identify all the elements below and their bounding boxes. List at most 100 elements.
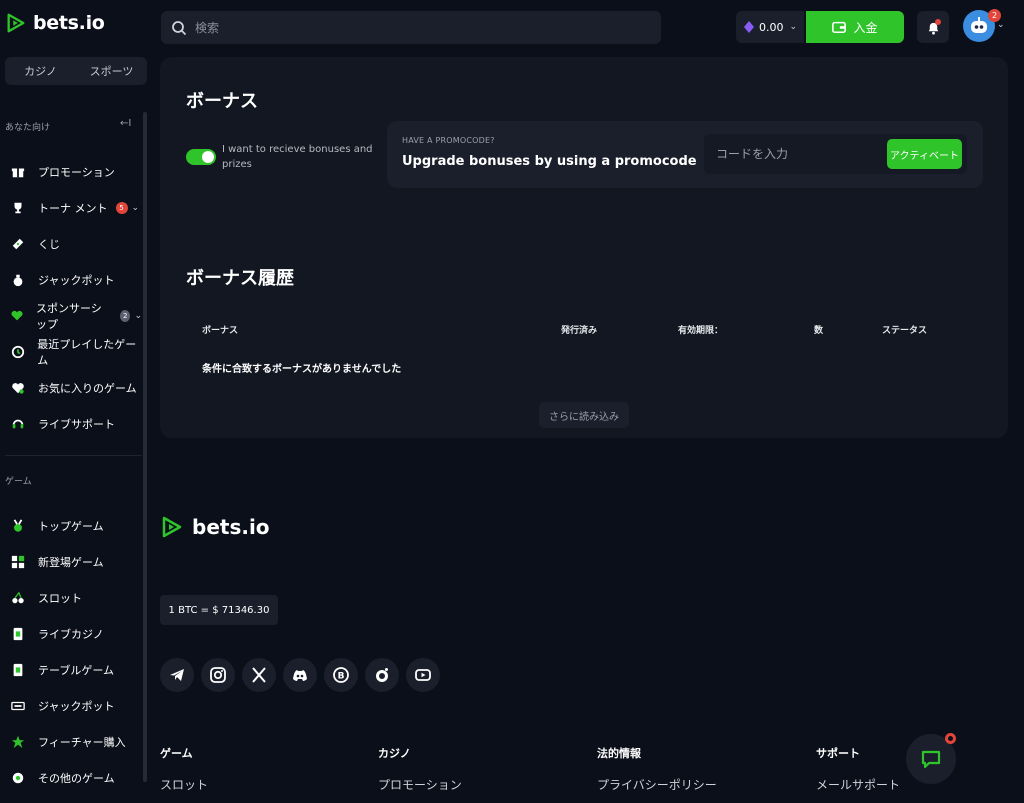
bonus-history-title: ボーナス履歴 xyxy=(186,268,294,289)
heart-hand-icon xyxy=(10,308,24,324)
sidebar-item-label: ジャックポット xyxy=(38,700,115,713)
notification-dot xyxy=(935,19,941,25)
section-games: ゲーム xyxy=(5,477,32,487)
tournaments-count-badge: 5 xyxy=(115,202,128,214)
promocode-box: HAVE A PROMOCODE? Upgrade bonuses by usi… xyxy=(387,121,983,188)
footer-heading-support: サポート xyxy=(816,747,860,760)
activate-button[interactable]: アクティベート xyxy=(887,139,962,169)
youtube-icon xyxy=(415,669,431,681)
telegram-link[interactable] xyxy=(160,658,194,692)
footer-link-slots[interactable]: スロット xyxy=(160,776,208,793)
chevron-down-icon: ⌄ xyxy=(134,311,142,321)
logo-icon xyxy=(7,13,25,33)
sidebar-item-label: 最近プレイしたゲーム xyxy=(37,338,137,367)
deposit-button[interactable]: 入金 xyxy=(806,11,904,43)
chat-bubble-icon xyxy=(921,750,941,769)
gift-icon xyxy=(10,164,26,180)
x-link[interactable] xyxy=(242,658,276,692)
column-header-expiry: 有効期限： xyxy=(678,326,724,336)
tab-casino[interactable]: カジノ xyxy=(5,57,76,85)
search-bar[interactable] xyxy=(161,11,661,44)
bitcointalk-link[interactable]: B xyxy=(324,658,358,692)
column-header-bonus: ボーナス xyxy=(202,326,239,336)
x-icon xyxy=(252,667,266,683)
svg-text:B: B xyxy=(338,672,345,682)
sidebar-item-jackpot[interactable]: ジャックポット xyxy=(0,265,142,295)
sidebar-item-label: フィーチャー購入 xyxy=(38,736,126,749)
reddit-link[interactable] xyxy=(365,658,399,692)
notifications-button[interactable] xyxy=(917,11,949,43)
sidebar-item-tournaments[interactable]: トーナ メント 5 ⌄ xyxy=(0,193,142,223)
wallet-balance-selector[interactable]: 0.00 ⌄ xyxy=(736,11,804,43)
sidebar-item-label: ライブサポート xyxy=(38,418,115,431)
sidebar-item-jackpot-games[interactable]: ジャックポット xyxy=(0,691,142,721)
footer-logo[interactable]: bets.io xyxy=(160,515,270,539)
column-header-issued: 発行済み xyxy=(561,326,598,336)
sidebar-item-new-games[interactable]: 新登場ゲーム xyxy=(0,547,142,577)
trophy-icon xyxy=(10,200,26,216)
sidebar-item-label: スロット xyxy=(38,592,82,605)
search-icon xyxy=(172,20,187,35)
discord-icon xyxy=(293,670,307,681)
column-header-amount: 数 xyxy=(814,326,824,336)
btc-rate: 1 BTC = $ 71346.30 xyxy=(160,595,278,625)
moneybag-icon xyxy=(10,272,26,288)
brand-logo[interactable]: bets.io xyxy=(5,12,105,34)
sidebar-divider xyxy=(5,455,142,456)
feature-icon xyxy=(10,734,26,750)
sidebar-item-promotions[interactable]: プロモーション xyxy=(0,157,142,187)
jackpot-icon xyxy=(10,698,26,714)
footer-heading-legal: 法的情報 xyxy=(597,747,641,760)
bonus-panel: ボーナス I want to recieve bonuses and prize… xyxy=(160,57,1008,438)
collapse-sidebar-icon[interactable]: ←I xyxy=(120,118,131,129)
sidebar-item-live-support[interactable]: ライブサポート xyxy=(0,409,142,439)
footer-link-email-support[interactable]: メールサポート xyxy=(816,776,900,793)
table-card-icon xyxy=(10,662,26,678)
sidebar-item-label: 新登場ゲーム xyxy=(38,556,104,569)
brand-name: bets.io xyxy=(33,12,105,34)
sidebar-item-other-games[interactable]: その他のゲーム xyxy=(0,763,142,793)
chevron-down-icon[interactable]: ⌄ xyxy=(997,20,1005,30)
promocode-kicker: HAVE A PROMOCODE? xyxy=(402,136,495,145)
medal-icon xyxy=(10,518,26,534)
sidebar-scrollbar[interactable] xyxy=(143,112,147,782)
footer-heading-casino: カジノ xyxy=(378,747,411,760)
load-more-button[interactable]: さらに読み込み xyxy=(539,402,629,428)
sidebar-item-label: その他のゲーム xyxy=(38,772,115,785)
empty-state-message: 条件に合致するボーナスがありませんでした xyxy=(202,364,402,375)
ticket-icon xyxy=(10,236,26,252)
page-title: ボーナス xyxy=(186,91,258,112)
youtube-link[interactable] xyxy=(406,658,440,692)
sidebar-item-slots[interactable]: スロット xyxy=(0,583,142,613)
footer-brand-name: bets.io xyxy=(192,515,270,539)
sidebar-item-table-games[interactable]: テーブルゲーム xyxy=(0,655,142,685)
discord-link[interactable] xyxy=(283,658,317,692)
sidebar-item-top-games[interactable]: トップゲーム xyxy=(0,511,142,541)
sidebar-item-live-casino[interactable]: ライブカジノ xyxy=(0,619,142,649)
sidebar: bets.io カジノ スポーツ あなた向け ←I プロモーション トーナ メン… xyxy=(0,0,148,803)
instagram-link[interactable] xyxy=(201,658,235,692)
search-input[interactable] xyxy=(195,20,635,35)
sidebar-item-label: プロモーション xyxy=(38,166,115,179)
sidebar-item-favorite-games[interactable]: お気に入りのゲーム xyxy=(0,373,142,403)
bonus-opt-in-toggle[interactable] xyxy=(186,149,216,165)
section-for-you: あなた向け xyxy=(5,123,51,133)
sidebar-item-label: スポンサーシップ xyxy=(36,302,102,331)
footer-link-privacy[interactable]: プライバシーポリシー xyxy=(597,776,717,793)
sidebar-item-label: ライブカジノ xyxy=(38,628,104,641)
deposit-label: 入金 xyxy=(853,20,878,35)
instagram-icon xyxy=(210,667,226,683)
sidebar-item-label: お気に入りのゲーム xyxy=(38,382,137,395)
chat-notification-dot xyxy=(945,733,956,744)
sidebar-item-label: ジャックポット xyxy=(38,274,115,287)
sidebar-item-feature-buy[interactable]: フィーチャー購入 xyxy=(0,727,142,757)
heart-icon xyxy=(10,380,26,396)
sidebar-item-lottery[interactable]: くじ xyxy=(0,229,142,259)
footer-link-promotions[interactable]: プロモーション xyxy=(378,776,462,793)
logo-icon xyxy=(162,516,182,538)
balance-value: 0.00 xyxy=(759,20,784,34)
telegram-icon xyxy=(170,669,184,681)
tab-sports[interactable]: スポーツ xyxy=(76,57,147,85)
sidebar-item-sponsorship[interactable]: スポンサーシップ 2 ⌄ xyxy=(0,301,142,331)
sidebar-item-recent-games[interactable]: 最近プレイしたゲーム xyxy=(0,337,142,367)
